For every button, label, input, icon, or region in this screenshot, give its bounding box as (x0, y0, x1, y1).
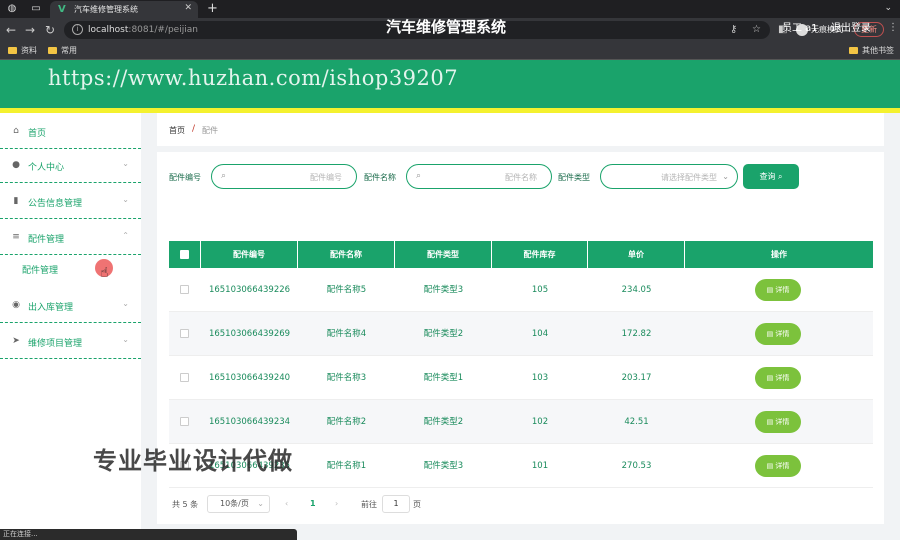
select-all-cell (169, 241, 201, 268)
total-count: 共 5 条 (172, 500, 199, 509)
sidebar-item-notices[interactable]: ▮ 公告信息管理 ⌄ (0, 183, 141, 219)
menu-kebab-icon[interactable]: ⋮ (888, 22, 898, 33)
bookmarks-bar: 资料 常用 其他书签 (0, 42, 900, 60)
bookmark-folder[interactable]: 其他书签 (849, 45, 894, 56)
app-title: 汽车维修管理系统 (386, 18, 507, 36)
bookmark-folder[interactable]: 资料 (8, 45, 37, 56)
column-header: 单价 (588, 241, 685, 268)
goto-label: 前往 (361, 500, 377, 509)
pagination: 共 5 条 10条/页 ⌄ ‹ 1 › 前往 1 页 (157, 490, 884, 520)
folder-icon (849, 47, 858, 54)
site-info-icon[interactable]: i (72, 24, 83, 35)
column-header: 配件编号 (201, 241, 298, 268)
search-icon: ⌕ (221, 171, 227, 181)
sidebar-item-home[interactable]: ⌂ 首页 (0, 113, 141, 149)
table-row: 165103066439269 配件名称4 配件类型2 104 172.82 ▤… (169, 312, 873, 356)
logout-link[interactable]: 退出登录 (831, 19, 871, 34)
folder-icon (8, 47, 17, 54)
current-user[interactable]: 员工 a1 (782, 19, 818, 34)
prev-page-icon[interactable]: ‹ (285, 499, 288, 508)
globe-icon[interactable]: ◍ (6, 3, 18, 15)
hand-cursor-icon: ☝ (100, 265, 109, 281)
row-checkbox[interactable] (180, 285, 189, 294)
page-size-select[interactable]: 10条/页 ⌄ (207, 495, 270, 513)
document-icon: ▤ (766, 418, 774, 426)
column-header: 配件名称 (298, 241, 395, 268)
bookmark-folder[interactable]: 常用 (48, 45, 77, 56)
select-all-checkbox[interactable] (180, 250, 189, 259)
watermark-url: https://www.huzhan.com/ishop39207 (48, 66, 459, 90)
chevron-down-icon: ⌄ (122, 195, 129, 204)
new-tab-icon[interactable]: + (207, 1, 218, 16)
sidebar-item-profile[interactable]: ● 个人中心 ⌄ (0, 147, 141, 183)
sidebar-item-parts[interactable]: ≡ 配件管理 ⌃ (0, 219, 141, 255)
column-header: 配件库存 (492, 241, 588, 268)
query-button[interactable]: 查询 ⌕ (743, 164, 799, 189)
key-icon[interactable]: ⚷ (730, 24, 737, 35)
document-icon: ▤ (766, 462, 774, 470)
next-page-icon[interactable]: › (335, 499, 338, 508)
sidebar-item-repair[interactable]: ➤ 维修项目管理 ⌄ (0, 323, 141, 359)
detail-button[interactable]: ▤ 详情 (755, 455, 801, 477)
forward-icon[interactable]: → (25, 23, 35, 37)
document-icon: ▤ (766, 330, 774, 338)
goto-page-input[interactable]: 1 (382, 495, 410, 513)
part-name-input[interactable]: ⌕ 配件名称 (406, 164, 552, 189)
reload-icon[interactable]: ↻ (45, 23, 55, 37)
location-icon: ◉ (12, 300, 20, 310)
browser-tab[interactable]: V 汽车维修管理系统 ✕ (50, 1, 198, 18)
chevron-down-icon: ⌄ (122, 159, 129, 168)
back-icon[interactable]: ← (6, 23, 16, 37)
sidebar-subitem-parts[interactable]: 配件管理 (0, 253, 141, 283)
window-icon[interactable]: ▭ (30, 3, 42, 15)
breadcrumb-current: 配件 (202, 126, 218, 135)
detail-button[interactable]: ▤ 详情 (755, 323, 801, 345)
watermark-text: 专业毕业设计代做 (93, 447, 293, 475)
part-number-input[interactable]: ⌕ 配件编号 (211, 164, 357, 189)
detail-button[interactable]: ▤ 详情 (755, 411, 801, 433)
column-header: 操作 (771, 250, 787, 259)
tab-title: 汽车维修管理系统 (74, 5, 138, 14)
breadcrumb: 首页 / 配件 (157, 113, 884, 146)
part-number-label: 配件编号 (169, 173, 201, 182)
chevron-up-icon: ⌃ (122, 231, 129, 240)
page-suffix: 页 (413, 500, 421, 509)
search-icon: ⌕ (416, 171, 422, 181)
chevron-down-icon: ⌄ (122, 335, 129, 344)
detail-button[interactable]: ▤ 详情 (755, 367, 801, 389)
table-row: 165103066439240 配件名称3 配件类型1 103 203.17 ▤… (169, 356, 873, 400)
table-header: 配件编号 配件名称 配件类型 配件库存 单价 操作 (169, 241, 873, 268)
chevron-down-icon: ⌄ (122, 299, 129, 308)
home-icon: ⌂ (13, 126, 19, 136)
table-row: 165103066439234 配件名称2 配件类型2 102 42.51 ▤ … (169, 400, 873, 444)
chevron-down-icon: ⌄ (257, 499, 264, 508)
detail-button[interactable]: ▤ 详情 (755, 279, 801, 301)
user-icon: ● (12, 160, 20, 170)
row-checkbox[interactable] (180, 373, 189, 382)
url-text: localhost:8081/#/peijian (88, 25, 198, 35)
table-row: 165103066439226 配件名称5 配件类型3 105 234.05 ▤… (169, 268, 873, 312)
star-icon[interactable]: ☆ (752, 24, 761, 35)
column-header: 配件类型 (395, 241, 492, 268)
row-checkbox[interactable] (180, 329, 189, 338)
row-checkbox[interactable] (180, 417, 189, 426)
folder-icon (48, 47, 57, 54)
send-icon: ➤ (12, 336, 20, 346)
chevron-down-icon: ⌄ (722, 172, 729, 181)
part-type-select[interactable]: 请选择配件类型 ⌄ (600, 164, 738, 189)
close-tab-icon[interactable]: ✕ (184, 3, 192, 13)
vue-favicon-icon: V (58, 4, 66, 15)
part-type-label: 配件类型 (558, 173, 590, 182)
page-number-current[interactable]: 1 (310, 499, 316, 508)
breadcrumb-separator: / (192, 124, 196, 134)
document-icon: ▤ (766, 374, 774, 382)
part-name-label: 配件名称 (364, 173, 396, 182)
breadcrumb-home[interactable]: 首页 (169, 125, 185, 136)
sidebar-item-inventory[interactable]: ◉ 出入库管理 ⌄ (0, 287, 141, 323)
document-icon: ▤ (766, 286, 774, 294)
browser-status-bar: 正在连接... (0, 529, 297, 540)
sliders-icon: ≡ (12, 232, 20, 242)
tab-search-chevron-icon[interactable]: ⌄ (884, 3, 892, 13)
bar-chart-icon: ▮ (13, 196, 19, 206)
